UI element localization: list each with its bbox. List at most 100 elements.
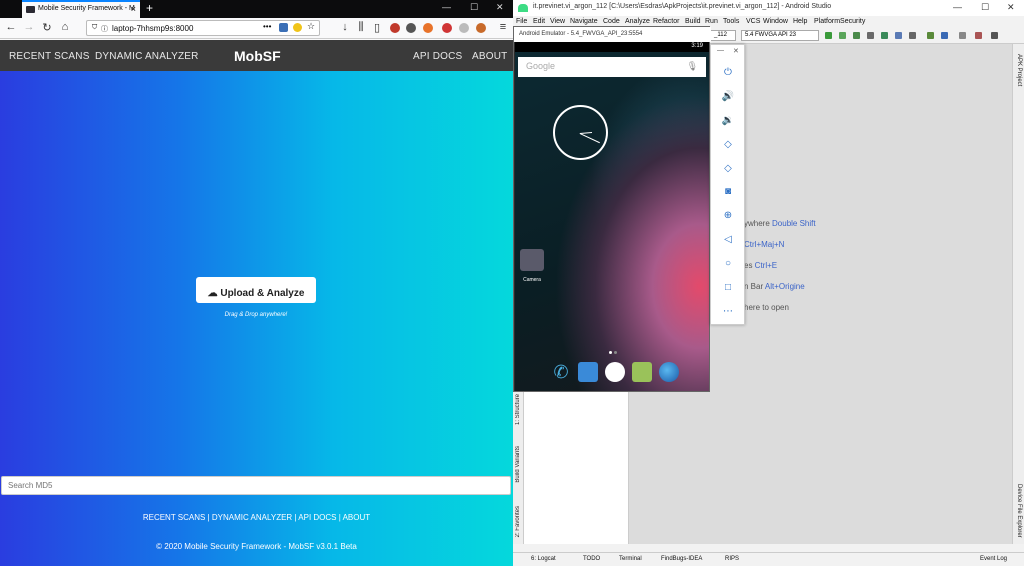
run-icon[interactable] bbox=[825, 32, 832, 39]
event-log-button[interactable]: Event Log bbox=[980, 556, 1007, 562]
camera-screenshot-icon[interactable]: ◙ bbox=[720, 184, 736, 200]
tab-terminal[interactable]: Terminal bbox=[619, 556, 642, 562]
analog-clock-widget[interactable] bbox=[553, 105, 608, 160]
close-icon[interactable]: ✕ bbox=[733, 47, 739, 55]
shield-icon[interactable]: ⛉ bbox=[92, 24, 97, 32]
tab-findbugs[interactable]: FindBugs-IDEA bbox=[661, 556, 702, 562]
rotate-right-icon[interactable]: ◇ bbox=[720, 161, 736, 177]
nav-api-docs[interactable]: API DOCS bbox=[413, 51, 462, 62]
google-search-widget[interactable]: Google 🎙 bbox=[518, 57, 706, 77]
page-actions-icon[interactable]: ••• bbox=[263, 22, 271, 31]
minimize-icon[interactable]: — bbox=[442, 2, 451, 12]
close-tab-icon[interactable]: × bbox=[131, 4, 136, 14]
downloads-icon[interactable]: ↓ bbox=[338, 21, 352, 33]
menu-analyze[interactable]: Analyze bbox=[625, 18, 650, 25]
nav-dynamic-analyzer[interactable]: DYNAMIC ANALYZER bbox=[95, 51, 199, 62]
back-icon[interactable]: ◁ bbox=[720, 232, 736, 248]
maximize-icon[interactable]: ☐ bbox=[981, 2, 989, 13]
upload-analyze-button[interactable]: ☁ Upload & Analyze bbox=[196, 277, 316, 303]
bookmark-star-icon[interactable]: ☆ bbox=[307, 21, 315, 32]
profile-icon[interactable] bbox=[853, 32, 860, 39]
page-info-icon[interactable]: ⓘ bbox=[101, 24, 108, 34]
run-config-select[interactable]: _112 bbox=[710, 30, 736, 41]
emulator-screen[interactable]: 3:19 Google 🎙 Camera ✆ bbox=[515, 42, 709, 391]
power-icon[interactable]: ⏻ bbox=[720, 65, 736, 81]
ublock-icon[interactable] bbox=[390, 23, 400, 33]
python-extension-icon[interactable] bbox=[293, 23, 302, 32]
pocket-icon[interactable] bbox=[279, 23, 288, 32]
minimize-icon[interactable]: — bbox=[717, 47, 724, 54]
footer-links[interactable]: RECENT SCANS | DYNAMIC ANALYZER | API DO… bbox=[0, 513, 513, 522]
overview-icon[interactable]: □ bbox=[720, 280, 736, 296]
tab-build-variants[interactable]: Build Variants bbox=[515, 446, 521, 483]
url-bar[interactable]: ⛉ ⓘ laptop-7hhsmp9s:8000 ••• ☆ bbox=[86, 20, 320, 36]
tab-device-file-explorer[interactable]: Device File Explorer bbox=[1016, 484, 1022, 538]
close-window-icon[interactable]: ✕ bbox=[1007, 2, 1015, 13]
forward-icon[interactable]: → bbox=[22, 21, 36, 33]
volume-up-icon[interactable]: 🔊 bbox=[720, 89, 736, 105]
search-everywhere-icon[interactable] bbox=[991, 32, 998, 39]
menu-platformsecurity[interactable]: PlatformSecurity bbox=[814, 18, 865, 25]
home-icon[interactable]: ⌂ bbox=[58, 21, 72, 33]
tab-favorites[interactable]: 2: Favorites bbox=[515, 506, 521, 537]
maximize-icon[interactable]: ☐ bbox=[470, 2, 478, 13]
menu-navigate[interactable]: Navigate bbox=[570, 18, 598, 25]
plugin-icon[interactable] bbox=[975, 32, 982, 39]
extension-icon[interactable] bbox=[442, 23, 452, 33]
mobsf-logo[interactable]: MobSF bbox=[234, 48, 281, 64]
tab-logcat[interactable]: 6: Logcat bbox=[531, 556, 556, 562]
menu-file[interactable]: File bbox=[516, 18, 527, 25]
contacts-icon[interactable] bbox=[578, 362, 598, 382]
reload-icon[interactable]: ↻ bbox=[40, 21, 54, 34]
library-icon[interactable]: ⫼ bbox=[354, 21, 368, 34]
menu-refactor[interactable]: Refactor bbox=[653, 18, 679, 25]
more-icon[interactable]: ⋯ bbox=[720, 304, 736, 320]
minimize-icon[interactable]: — bbox=[953, 2, 962, 12]
menu-vcs[interactable]: VCS bbox=[746, 18, 760, 25]
messaging-icon[interactable] bbox=[632, 362, 652, 382]
stop-icon[interactable] bbox=[909, 32, 916, 39]
menu-window[interactable]: Window bbox=[763, 18, 788, 25]
nav-about[interactable]: ABOUT bbox=[472, 51, 507, 62]
search-md5-input[interactable] bbox=[1, 476, 511, 495]
menu-run[interactable]: Run bbox=[705, 18, 718, 25]
browser-icon[interactable] bbox=[659, 362, 679, 382]
camera-app-icon[interactable] bbox=[520, 249, 544, 271]
nav-recent-scans[interactable]: RECENT SCANS bbox=[9, 51, 90, 62]
avd-manager-icon[interactable] bbox=[927, 32, 934, 39]
mic-icon[interactable]: 🎙 bbox=[687, 61, 698, 72]
browser-tab[interactable]: Mobile Security Framework - M × bbox=[22, 0, 140, 18]
back-icon[interactable]: ← bbox=[4, 21, 18, 33]
rotate-left-icon[interactable]: ◇ bbox=[720, 137, 736, 153]
app-drawer-icon[interactable] bbox=[605, 362, 625, 382]
device-select[interactable]: 5.4 FWVGA API 23 bbox=[741, 30, 819, 41]
extension-icon[interactable] bbox=[476, 23, 486, 33]
structure-icon[interactable] bbox=[959, 32, 966, 39]
menu-help[interactable]: Help bbox=[793, 18, 807, 25]
menu-code[interactable]: Code bbox=[603, 18, 620, 25]
tab-apk-project[interactable]: APK Project bbox=[1016, 54, 1022, 86]
volume-down-icon[interactable]: 🔉 bbox=[720, 113, 736, 129]
sync-icon[interactable] bbox=[895, 32, 902, 39]
tab-structure[interactable]: 1: Structure bbox=[515, 394, 521, 425]
tab-rips[interactable]: RIPS bbox=[725, 556, 739, 562]
debug-icon[interactable] bbox=[839, 32, 846, 39]
tab-todo[interactable]: TODO bbox=[583, 556, 600, 562]
menu-tools[interactable]: Tools bbox=[723, 18, 739, 25]
extension-icon[interactable] bbox=[423, 23, 433, 33]
extension-icon[interactable] bbox=[406, 23, 416, 33]
menu-edit[interactable]: Edit bbox=[533, 18, 545, 25]
phone-icon[interactable]: ✆ bbox=[551, 362, 571, 382]
close-window-icon[interactable]: ✕ bbox=[496, 2, 504, 13]
menu-icon[interactable]: ≡ bbox=[496, 21, 510, 33]
new-tab-icon[interactable]: + bbox=[146, 1, 153, 15]
menu-view[interactable]: View bbox=[550, 18, 565, 25]
sidebar-icon[interactable]: ▯ bbox=[370, 21, 384, 34]
apply-changes-icon[interactable] bbox=[881, 32, 888, 39]
extension-icon[interactable] bbox=[459, 23, 469, 33]
menu-build[interactable]: Build bbox=[685, 18, 701, 25]
sdk-manager-icon[interactable] bbox=[941, 32, 948, 39]
zoom-icon[interactable]: ⊕ bbox=[720, 208, 736, 224]
home-icon[interactable]: ○ bbox=[720, 256, 736, 272]
attach-icon[interactable] bbox=[867, 32, 874, 39]
